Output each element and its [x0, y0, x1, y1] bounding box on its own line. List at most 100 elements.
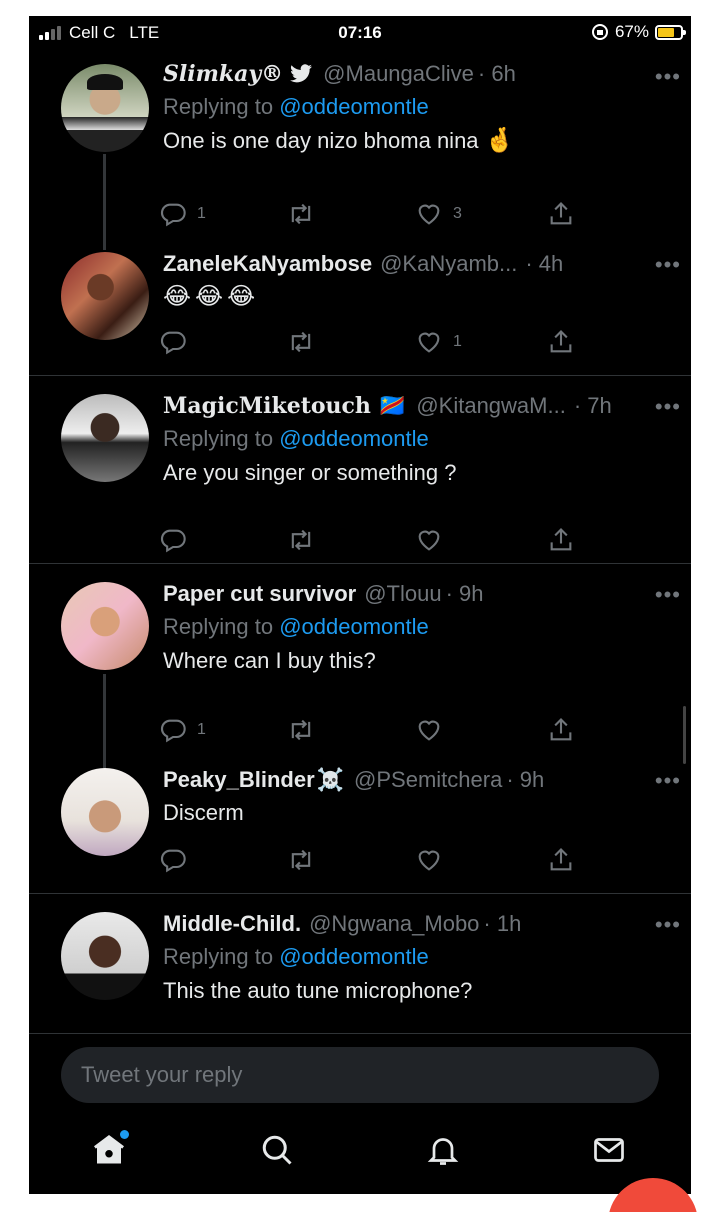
replying-to: Replying to @oddeomontle — [163, 944, 429, 969]
like-count: 3 — [453, 205, 462, 222]
composer-placeholder: Tweet your reply — [81, 1062, 243, 1087]
timestamp[interactable]: · 9h — [506, 766, 544, 794]
tweet-text: One is one day nizo bhoma nina 🤞 — [163, 127, 515, 154]
heart-icon — [418, 850, 440, 871]
mention-link[interactable]: @oddeomontle — [279, 94, 429, 119]
replying-to: Replying to @oddeomontle — [163, 94, 429, 119]
reply-icon — [160, 719, 186, 743]
mention-link[interactable]: @oddeomontle — [279, 944, 429, 969]
tab-notifications[interactable] — [425, 1132, 465, 1172]
reply-icon — [160, 331, 186, 355]
retweet-icon — [291, 529, 311, 551]
scrollbar[interactable] — [683, 706, 686, 764]
reply-button[interactable] — [159, 328, 197, 356]
share-button[interactable] — [547, 200, 575, 228]
mention-link[interactable]: @oddeomontle — [279, 426, 429, 451]
mention-link[interactable]: @oddeomontle — [279, 614, 429, 639]
new-content-dot — [120, 1130, 129, 1139]
timestamp[interactable]: · 7h — [574, 392, 612, 420]
battery-percent: 67% — [614, 22, 649, 41]
orientation-lock-icon — [591, 24, 608, 40]
share-button[interactable] — [547, 716, 575, 744]
reply-icon — [160, 203, 186, 227]
reply-button[interactable] — [159, 526, 197, 554]
handle[interactable]: @Ngwana_Mobo — [309, 910, 479, 938]
reply-tweet[interactable]: ZaneleKaNyambose @KaNyamb... · 4h 😂😂😂 ••… — [29, 246, 691, 376]
retweet-icon — [291, 203, 311, 225]
skull-crossbones-emoji: ☠️ — [316, 767, 345, 792]
reply-button[interactable]: 1 — [159, 716, 206, 744]
share-button[interactable] — [547, 846, 575, 874]
timestamp[interactable]: · 6h — [478, 60, 516, 88]
display-name[interactable]: Middle-Child. — [163, 910, 301, 938]
timestamp[interactable]: · 4h — [525, 250, 563, 278]
tab-messages[interactable] — [591, 1132, 631, 1172]
retweet-button[interactable] — [287, 200, 315, 228]
more-options-button[interactable]: ••• — [655, 252, 681, 278]
flag-emoji: 🇨🇩 — [378, 393, 407, 418]
display-name[interactable]: Slimkay® — [163, 60, 283, 88]
avatar[interactable] — [61, 768, 149, 856]
reply-tweet[interactable]: Slimkay® @MaungaClive · 6h Replying to @… — [29, 52, 691, 246]
heart-icon — [418, 204, 440, 225]
timestamp[interactable]: · 1h — [483, 910, 521, 938]
like-button[interactable] — [415, 526, 453, 554]
more-options-button[interactable]: ••• — [655, 582, 681, 608]
reply-button[interactable] — [159, 846, 197, 874]
avatar[interactable] — [61, 912, 149, 1000]
heart-icon — [418, 332, 440, 353]
like-button[interactable]: 3 — [415, 200, 462, 228]
like-button[interactable]: 1 — [415, 328, 462, 356]
retweet-button[interactable] — [287, 328, 315, 356]
reply-tweet[interactable]: MagicMiketouch 🇨🇩 @KitangwaM... · 7h Rep… — [29, 376, 691, 564]
reply-tweet[interactable]: Middle-Child. @Ngwana_Mobo · 1h Replying… — [29, 894, 691, 1034]
handle[interactable]: @Tlouu — [364, 580, 441, 608]
avatar[interactable] — [61, 64, 149, 152]
avatar[interactable] — [61, 394, 149, 482]
tweet-text: 😂😂😂 — [163, 283, 260, 310]
display-name[interactable]: Paper cut survivor — [163, 580, 356, 608]
search-icon — [262, 1135, 292, 1165]
display-name[interactable]: Peaky_Blinder — [163, 766, 315, 794]
retweet-icon — [291, 849, 311, 871]
handle[interactable]: @PSemitchera — [354, 766, 502, 794]
reply-icon — [160, 849, 186, 873]
avatar[interactable] — [61, 252, 149, 340]
more-options-button[interactable]: ••• — [655, 768, 681, 794]
like-button[interactable] — [415, 846, 453, 874]
display-name[interactable]: ZaneleKaNyambose — [163, 250, 372, 278]
handle[interactable]: @KitangwaM... — [416, 392, 566, 420]
more-options-button[interactable]: ••• — [655, 64, 681, 90]
reply-tweet[interactable]: Peaky_Blinder ☠️ @PSemitchera · 9h Disce… — [29, 754, 691, 894]
retweet-button[interactable] — [287, 846, 315, 874]
tab-home[interactable] — [91, 1130, 131, 1172]
reply-button[interactable]: 1 — [159, 200, 206, 228]
display-name[interactable]: MagicMiketouch — [163, 392, 371, 420]
handle[interactable]: @KaNyamb... — [380, 250, 517, 278]
retweet-button[interactable] — [287, 526, 315, 554]
share-button[interactable] — [547, 328, 575, 356]
heart-icon — [418, 530, 440, 551]
timestamp[interactable]: · 9h — [446, 580, 484, 608]
notifications-icon — [427, 1138, 459, 1165]
tab-search[interactable] — [259, 1132, 299, 1172]
share-icon — [550, 848, 572, 871]
tab-bar — [29, 1120, 691, 1194]
reply-composer[interactable]: Tweet your reply — [61, 1047, 659, 1103]
reply-tweet[interactable]: Paper cut survivor @Tlouu · 9h Replying … — [29, 564, 691, 754]
avatar[interactable] — [61, 582, 149, 670]
retweet-button[interactable] — [287, 716, 315, 744]
more-options-button[interactable]: ••• — [655, 912, 681, 938]
more-options-button[interactable]: ••• — [655, 394, 681, 420]
replying-to: Replying to @oddeomontle — [163, 426, 429, 451]
handle[interactable]: @MaungaClive — [323, 60, 474, 88]
tweet-text: Discerm — [163, 800, 244, 825]
like-count: 1 — [453, 333, 462, 350]
crossed-fingers-emoji: 🤞 — [484, 127, 515, 154]
like-button[interactable] — [415, 716, 453, 744]
share-button[interactable] — [547, 526, 575, 554]
tweet-text: Where can I buy this? — [163, 648, 376, 673]
retweet-icon — [291, 719, 311, 741]
retweet-icon — [291, 331, 311, 353]
share-icon — [550, 528, 572, 551]
